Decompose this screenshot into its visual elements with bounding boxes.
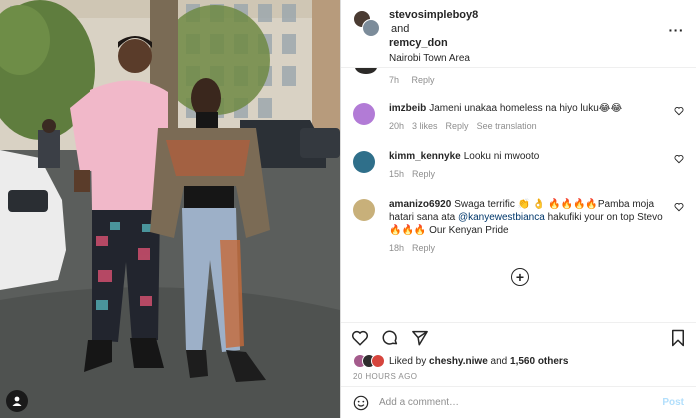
author-avatars[interactable]: [353, 10, 381, 38]
more-options-icon[interactable]: ···: [664, 22, 684, 38]
post-location[interactable]: Nairobi Town Area: [389, 52, 664, 66]
list-item: imzbeib Jameni unakaa homeless na hiyo lu…: [353, 102, 684, 133]
comment-username[interactable]: amanizo6920: [389, 199, 451, 210]
heart-icon[interactable]: [670, 105, 684, 133]
comments-list[interactable]: 7h Reply imzbeib Jameni unakaa homeless n…: [341, 68, 696, 322]
comment-meta: 15h Reply: [389, 168, 670, 181]
comment-meta: 20h 3 likes Reply See translation: [389, 120, 670, 133]
likes-and: and: [490, 355, 508, 367]
avatar[interactable]: [353, 103, 375, 125]
author-username-2[interactable]: remcy_don: [389, 36, 664, 50]
comment-time: 7h: [389, 75, 400, 85]
bookmark-icon[interactable]: [670, 329, 686, 347]
comment-time: 15h: [389, 169, 405, 179]
author-username-1[interactable]: stevosimpleboy8: [389, 8, 664, 22]
emoji-icon[interactable]: [353, 395, 369, 411]
mention-link[interactable]: @kanyewestbianca: [458, 212, 545, 223]
heart-icon[interactable]: [670, 153, 684, 181]
comment-text: Looku ni mwooto: [463, 151, 540, 162]
comment-text: Jameni unakaa homeless na hiyo luku😂😂: [429, 103, 623, 114]
avatar[interactable]: [353, 199, 375, 221]
comment-meta: 18h Reply: [389, 242, 670, 255]
comment-username[interactable]: imzbeib: [389, 103, 426, 114]
post-photo: [0, 0, 340, 418]
comment-likes[interactable]: 3 likes: [412, 121, 438, 131]
avatar[interactable]: [355, 68, 377, 74]
comment-meta: 7h Reply: [389, 75, 445, 85]
avatar[interactable]: [353, 151, 375, 173]
post-comment-button[interactable]: Post: [662, 397, 684, 408]
heart-icon[interactable]: [670, 201, 684, 255]
person-tag-icon[interactable]: [6, 390, 28, 412]
author-connector: and: [391, 23, 410, 35]
reply-button[interactable]: Reply: [412, 243, 435, 253]
post-timestamp[interactable]: 20 HOURS AGO: [341, 370, 696, 386]
photo-image: [0, 0, 340, 418]
add-comment-bar: Post: [341, 386, 696, 418]
comment-time: 18h: [389, 243, 405, 253]
avatar[interactable]: [371, 354, 385, 368]
post-header: stevosimpleboy8 and remcy_don Nairobi To…: [341, 0, 696, 68]
reply-button[interactable]: Reply: [412, 75, 435, 85]
comment-time: 20h: [389, 121, 405, 131]
likes-summary: Liked by cheshy.niwe and 1,560 others: [341, 352, 696, 370]
list-item: kimm_kennyke Looku ni mwooto 15h Reply: [353, 150, 684, 181]
avatar[interactable]: [362, 19, 380, 37]
load-more-comments-button[interactable]: +: [511, 268, 529, 286]
liked-by-user[interactable]: cheshy.niwe: [429, 356, 488, 367]
likes-prefix: Liked by: [389, 355, 427, 367]
reply-button[interactable]: Reply: [412, 169, 435, 179]
comment-input[interactable]: [379, 397, 663, 408]
comment-icon[interactable]: [381, 329, 399, 347]
comment-username[interactable]: kimm_kennyke: [389, 151, 461, 162]
likes-others-count[interactable]: 1,560 others: [510, 356, 568, 367]
share-icon[interactable]: [411, 329, 429, 347]
see-translation-button[interactable]: See translation: [477, 121, 537, 131]
action-bar: [341, 322, 696, 352]
reply-button[interactable]: Reply: [446, 121, 469, 131]
list-item: amanizo6920 Swaga terrific 👏 👌 🔥🔥🔥🔥Pamba …: [353, 198, 684, 255]
heart-icon[interactable]: [351, 329, 369, 347]
post-side-panel: stevosimpleboy8 and remcy_don Nairobi To…: [340, 0, 696, 418]
